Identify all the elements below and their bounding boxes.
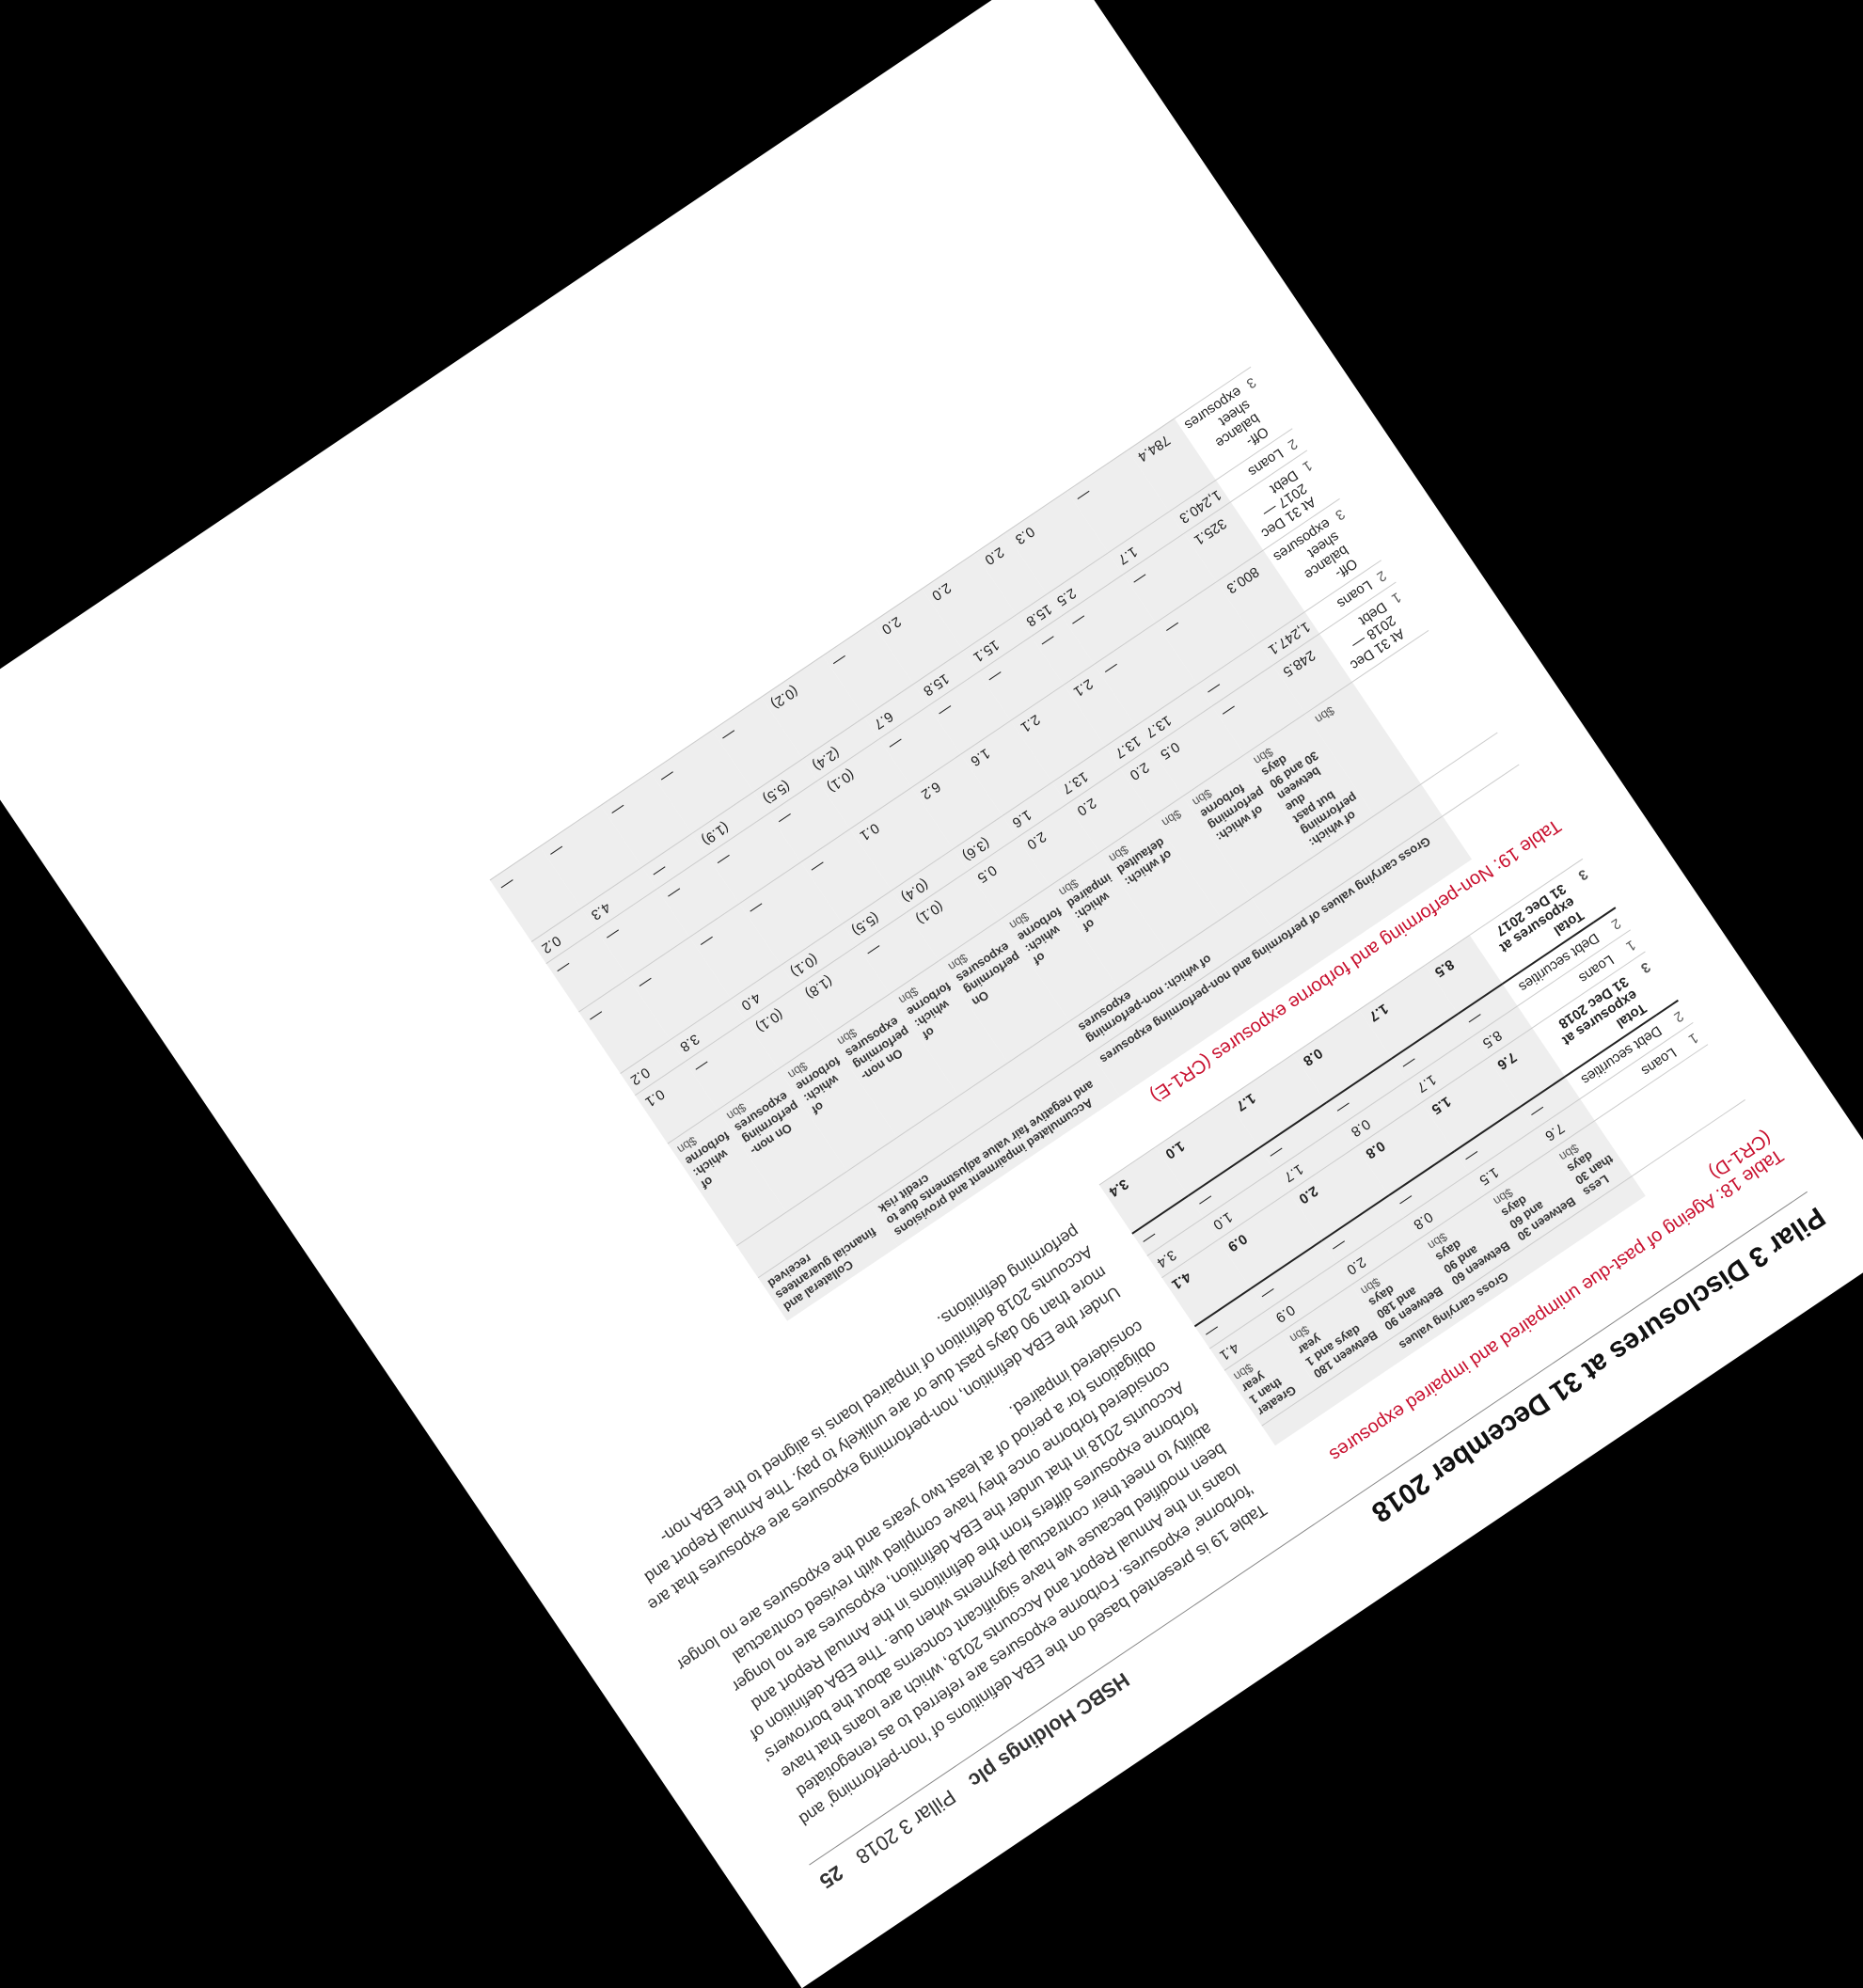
document-page: Pilar 3 Disclosures at 31 December 2018 … xyxy=(0,0,1863,1988)
content-columns: Table 18: Ageing of past-due unimpaired … xyxy=(252,366,1791,1840)
report-name: Pillar 3 2018 xyxy=(851,1784,960,1869)
page-number: 25 xyxy=(814,1860,847,1893)
